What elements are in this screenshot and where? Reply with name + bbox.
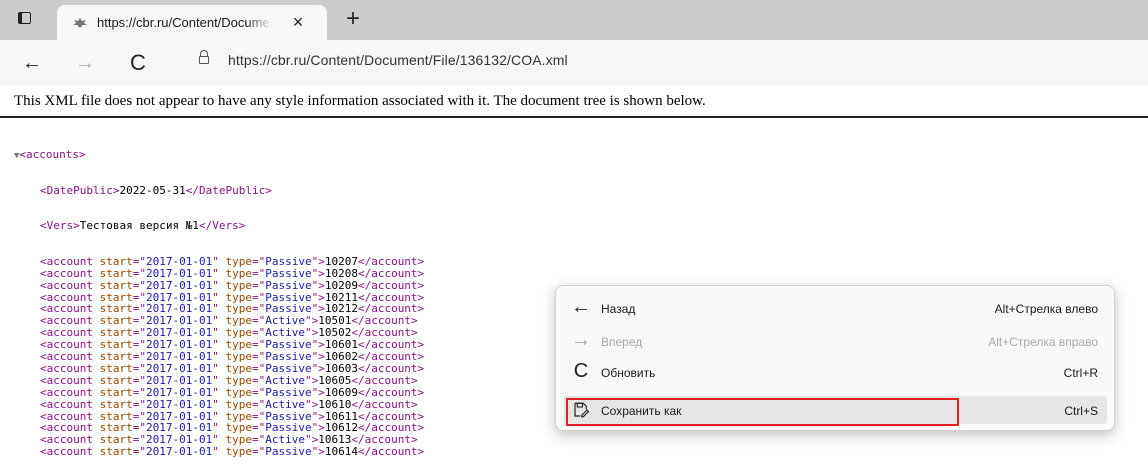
menu-item-shortcut: Ctrl+R — [1063, 366, 1098, 380]
menu-item-label: Вперед — [601, 335, 643, 349]
account-list: <account start="2017-01-01" type="Passiv… — [14, 255, 424, 458]
menu-item-shortcut: Alt+Стрелка влево — [994, 302, 1098, 316]
address-bar[interactable]: https://cbr.ru/Content/Document/File/136… — [178, 44, 1140, 79]
vers-value: Тестовая версия №1 — [79, 219, 199, 233]
lock-icon[interactable] — [199, 50, 209, 64]
xml-markup: =" — [251, 445, 266, 459]
highlight-box — [566, 398, 959, 426]
menu-item-label: Назад — [601, 302, 636, 316]
tab-actions-icon — [18, 12, 31, 24]
tab-strip: https://cbr.ru/Content/Documen × + — [0, 0, 1148, 40]
bank-logo-icon — [73, 18, 87, 28]
arrow-left-icon: ← — [571, 296, 591, 318]
date-public-value: 2022-05-31 — [119, 183, 186, 197]
menu-item-shortcut: Ctrl+S — [1064, 404, 1098, 418]
account-attr-value: Passive — [265, 445, 312, 459]
reload-button[interactable]: C — [126, 51, 150, 75]
xml-style-info: This XML file does not appear to have an… — [14, 93, 706, 109]
toolbar: ← → C https://cbr.ru/Content/Document/Fi… — [0, 40, 1148, 85]
account-number: 10614 — [324, 445, 358, 459]
new-tab-button[interactable]: + — [340, 6, 366, 32]
xml-markup: type — [225, 445, 252, 459]
xml-markup: "> — [311, 445, 325, 459]
xml-markup: " — [212, 445, 226, 459]
tab-close-icon[interactable]: × — [288, 12, 308, 32]
xml-markup: start — [99, 445, 133, 459]
menu-item-refresh[interactable]: C Обновить Ctrl+R — [564, 358, 1107, 386]
refresh-icon: C — [573, 360, 589, 382]
xml-vers-line: <Vers>Тестовая версия №1</Vers> — [40, 219, 246, 233]
divider — [0, 116, 1148, 118]
xml-markup: <account — [40, 445, 100, 459]
tab-actions-button[interactable] — [18, 12, 32, 26]
xml-account-line: <account start="2017-01-01" type="Passiv… — [14, 446, 424, 458]
xml-markup: =" — [132, 445, 146, 459]
tab-active[interactable]: https://cbr.ru/Content/Documen × — [57, 5, 327, 40]
xml-root-tag: accounts — [26, 147, 80, 161]
xml-root-open: ▼<accounts> — [14, 147, 86, 161]
account-attr-value: 2017-01-01 — [145, 445, 213, 459]
tab-title: https://cbr.ru/Content/Documen — [97, 15, 272, 30]
menu-item-forward: → Вперед Alt+Стрелка вправо — [564, 327, 1107, 355]
arrow-right-icon: → — [571, 329, 591, 351]
menu-item-shortcut: Alt+Стрелка вправо — [988, 335, 1098, 349]
xml-tree: ▼<accounts> <DatePublic>2022-05-31</Date… — [14, 125, 424, 470]
menu-item-back[interactable]: ← Назад Alt+Стрелка влево — [564, 294, 1107, 322]
back-button[interactable]: ← — [20, 51, 44, 75]
menu-item-label: Обновить — [601, 366, 656, 380]
url-text[interactable]: https://cbr.ru/Content/Document/File/136… — [228, 52, 568, 68]
xml-datepublic-line: <DatePublic>2022-05-31</DatePublic> — [40, 183, 272, 197]
forward-button[interactable]: → — [73, 51, 97, 75]
xml-markup: </account> — [357, 445, 425, 459]
